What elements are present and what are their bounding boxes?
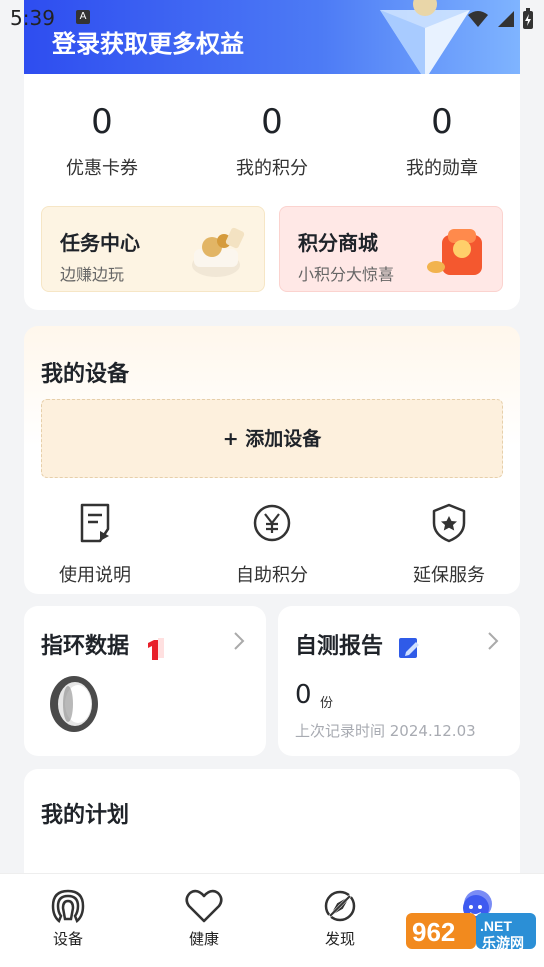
status-bar: 5:39 A: [0, 0, 544, 36]
extended-warranty-button[interactable]: 延保服务: [384, 501, 514, 587]
chevron-right-icon: [234, 632, 245, 650]
manual-label: 使用说明: [59, 565, 131, 586]
points-count: 0: [261, 102, 283, 142]
self-points-label: 自助积分: [236, 565, 308, 586]
self-points-button[interactable]: 自助积分: [207, 501, 337, 587]
wifi-icon: [468, 11, 488, 27]
signal-icon: [498, 11, 514, 27]
site-watermark: 962 .NET 乐游网: [406, 907, 538, 961]
extended-warranty-label: 延保服务: [413, 565, 485, 586]
tab-device[interactable]: 设备: [28, 888, 108, 949]
manual-button[interactable]: 使用说明: [30, 501, 160, 587]
watermark-text-bottom: 乐游网: [482, 936, 524, 952]
smart-ring-image: [50, 676, 98, 732]
my-devices-title: 我的设备: [41, 362, 130, 387]
add-device-button[interactable]: + 添加设备: [41, 399, 503, 478]
report-count: 0: [295, 680, 312, 710]
ring-data-title: 指环数据: [41, 634, 130, 659]
medals-stat[interactable]: 0 我的勋章: [377, 102, 507, 180]
last-record-time: 上次记录时间 2024.12.03: [295, 722, 476, 740]
battery-icon: [523, 8, 533, 29]
system-icons: [466, 8, 534, 30]
svg-text:.NET: .NET: [480, 918, 512, 934]
gift-bag-icon: [427, 229, 482, 275]
tab-device-label: 设备: [52, 930, 83, 948]
self-test-report-title: 自测报告: [295, 634, 384, 659]
points-mall-subtitle: 小积分大惊喜: [298, 265, 395, 284]
self-test-report-card[interactable]: 自测报告 0 份 上次记录时间 2024.12.03: [278, 606, 520, 756]
tab-health-label: 健康: [188, 930, 219, 948]
svg-text:962: 962: [412, 917, 455, 947]
task-center-card[interactable]: 任务中心 边赚边玩: [41, 206, 265, 292]
coupons-stat[interactable]: 0 优惠卡券: [37, 102, 167, 180]
chevron-right-icon: [488, 632, 499, 650]
medals-label: 我的勋章: [406, 158, 478, 179]
points-stat[interactable]: 0 我的积分: [207, 102, 337, 180]
ring-number-icon: [148, 638, 164, 660]
my-plan-card[interactable]: 我的计划: [24, 769, 520, 889]
coupons-count: 0: [91, 102, 113, 142]
notification-icon: A: [76, 10, 90, 24]
my-plan-title: 我的计划: [41, 803, 130, 828]
task-center-title: 任务中心: [60, 231, 140, 255]
account-card: 0 优惠卡券 0 我的积分 0 我的勋章 任务中心 边赚边玩 积分商城 小积分大…: [24, 74, 520, 310]
coupons-label: 优惠卡券: [66, 158, 138, 179]
status-time: 5:39: [10, 6, 55, 30]
device-icon: [51, 889, 85, 924]
tab-discover-label: 发现: [324, 930, 355, 948]
tab-discover[interactable]: 发现: [300, 888, 380, 949]
shield-star-icon: [432, 503, 466, 543]
tab-health[interactable]: 健康: [164, 888, 244, 949]
task-center-subtitle: 边赚边玩: [60, 265, 125, 284]
yen-coin-icon: [253, 504, 291, 542]
points-mall-title: 积分商城: [298, 231, 378, 255]
medals-count: 0: [431, 102, 453, 142]
manual-icon: [80, 503, 110, 543]
ring-data-card[interactable]: 指环数据: [24, 606, 266, 756]
points-label: 我的积分: [236, 158, 308, 179]
points-mall-card[interactable]: 积分商城 小积分大惊喜: [279, 206, 503, 292]
report-unit: 份: [320, 696, 334, 711]
report-edit-icon: [399, 638, 419, 658]
treasure-box-icon: [192, 227, 245, 277]
heart-icon: [185, 889, 223, 923]
my-devices-card: 我的设备 + 添加设备 使用说明 自助积分 延保服务: [24, 326, 520, 594]
compass-icon: [324, 890, 356, 922]
